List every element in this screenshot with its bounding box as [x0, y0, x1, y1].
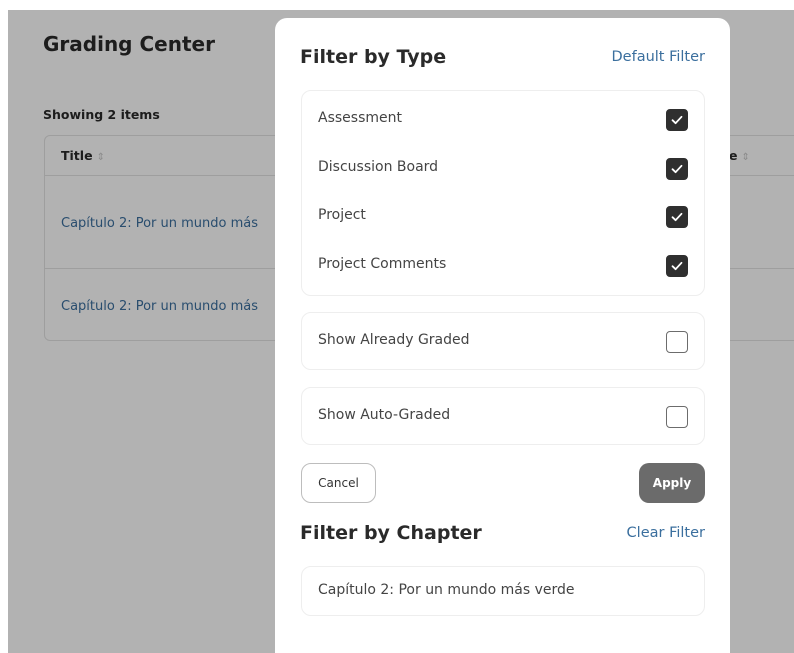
filter-by-chapter-title: Filter by Chapter [300, 522, 482, 544]
check-icon [671, 164, 683, 174]
filter-by-type-title: Filter by Type [300, 46, 447, 68]
project-checkbox[interactable] [666, 206, 688, 228]
project-comments-checkbox[interactable] [666, 255, 688, 277]
option-label-assessment: Assessment [318, 110, 402, 126]
check-icon [671, 115, 683, 125]
type-options-card: Assessment Discussion Board Project Proj… [301, 90, 705, 296]
default-filter-link[interactable]: Default Filter [612, 49, 706, 65]
option-label-project-comments: Project Comments [318, 256, 447, 272]
discussion-board-checkbox[interactable] [666, 158, 688, 180]
cancel-button[interactable]: Cancel [301, 463, 376, 503]
chapter-filter-card[interactable]: Capítulo 2: Por un mundo más verde [301, 566, 705, 616]
assessment-checkbox[interactable] [666, 109, 688, 131]
option-label-discussion-board: Discussion Board [318, 159, 439, 175]
show-auto-graded-label: Show Auto-Graded [318, 407, 451, 423]
show-already-graded-label: Show Already Graded [318, 332, 470, 348]
check-icon [671, 261, 683, 271]
chapter-filter-value: Capítulo 2: Por un mundo más verde [318, 582, 575, 598]
option-label-project: Project [318, 207, 366, 223]
clear-filter-link[interactable]: Clear Filter [627, 525, 705, 541]
show-auto-graded-checkbox[interactable] [666, 406, 688, 428]
show-auto-graded-card: Show Auto-Graded [301, 387, 705, 445]
show-already-graded-checkbox[interactable] [666, 331, 688, 353]
apply-button[interactable]: Apply [639, 463, 705, 503]
page: Grading Center Showing 2 items Title ⇕ e ⇕… [0, 0, 794, 653]
check-icon [671, 212, 683, 222]
show-already-graded-card: Show Already Graded [301, 312, 705, 370]
filter-modal: Filter by Type Default Filter Assessment… [275, 18, 730, 653]
